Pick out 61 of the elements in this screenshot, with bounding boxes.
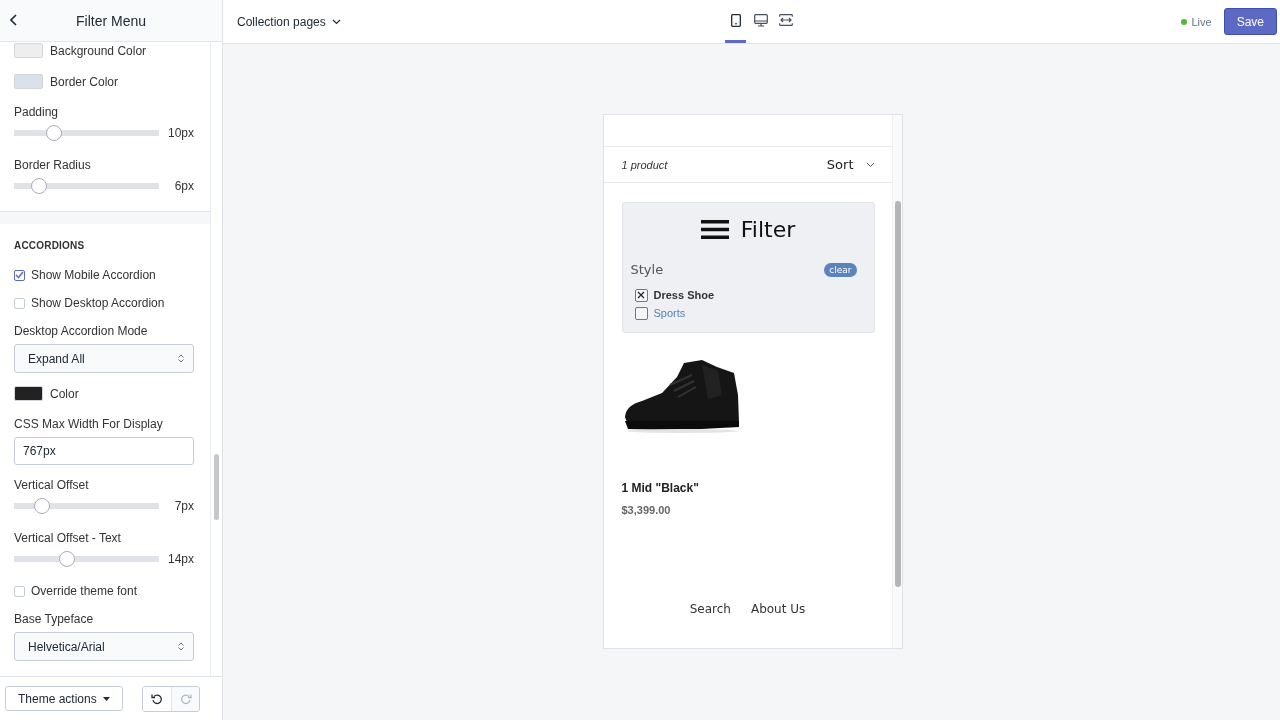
filter-option[interactable]: Dress Shoe [653, 289, 715, 301]
expand-width-icon [778, 14, 793, 26]
slider-thumb[interactable] [58, 551, 75, 567]
updown-icon [178, 354, 184, 363]
redo-icon [179, 692, 192, 705]
updown-icon [178, 642, 184, 651]
theme-actions-button[interactable]: Theme actions [5, 686, 123, 711]
color-swatch[interactable] [14, 74, 43, 89]
save-button[interactable]: Save [1223, 8, 1277, 35]
footer-link[interactable]: Search [689, 602, 731, 616]
product-price: $3,399.00 [621, 504, 672, 516]
setting-label: CSS Max Width For Display [14, 417, 164, 431]
phone-icon [730, 13, 741, 27]
slider-thumb[interactable] [34, 498, 50, 514]
filter-option[interactable]: Sports [653, 307, 686, 319]
checkbox[interactable] [14, 269, 25, 281]
setting-label: Base Typeface [14, 612, 95, 626]
caret-icon [102, 696, 110, 701]
footer-link[interactable]: About Us [750, 602, 806, 616]
scrollbar[interactable] [214, 454, 219, 520]
filter-checkbox[interactable] [634, 288, 648, 302]
chevron-down-icon [331, 18, 341, 25]
slider-thumb[interactable] [45, 125, 62, 141]
setting-label: Padding [14, 105, 60, 119]
undo-icon [151, 692, 163, 705]
product-title[interactable]: 1 Mid "Black" [621, 481, 892, 495]
input-field[interactable]: 767px [14, 437, 194, 465]
slider-value: 6px [174, 179, 194, 193]
filter-checkbox[interactable] [634, 306, 648, 320]
filter-group-name: Style [630, 262, 664, 277]
checkbox-label: Show Desktop Accordion [31, 296, 165, 310]
clear-badge[interactable]: clear [824, 262, 857, 277]
live-status: Live [1181, 15, 1212, 28]
page-dropdown[interactable]: Collection pages [237, 14, 341, 29]
setting-label: Color [50, 386, 79, 401]
section-heading: ACCORDIONS [14, 240, 86, 252]
slider-value: 10px [167, 126, 194, 140]
setting-label: Desktop Accordion Mode [14, 324, 149, 338]
setting-label: Background Color [50, 43, 147, 58]
color-swatch[interactable] [14, 386, 43, 401]
panel-title: Filter Menu [76, 12, 146, 29]
menu-icon [700, 220, 729, 239]
sort-dropdown[interactable]: Sort [826, 157, 875, 172]
chevron-down-icon [865, 161, 875, 168]
product-count: 1 product [621, 158, 668, 171]
select-field[interactable]: Expand All [14, 344, 194, 373]
color-swatch[interactable] [14, 43, 43, 58]
filter-heading: Filter [740, 217, 796, 242]
checkbox-label: Override theme font [31, 584, 138, 598]
select-field[interactable]: Helvetica/Arial [14, 632, 194, 661]
slider-thumb[interactable] [31, 178, 48, 194]
slider-value: 14px [167, 552, 194, 566]
setting-label: Border Radius [14, 158, 92, 172]
setting-label: Border Color [50, 74, 119, 89]
setting-label: Vertical Offset - Text [14, 531, 122, 545]
checkbox-label: Show Mobile Accordion [31, 268, 156, 282]
monitor-icon [753, 13, 768, 27]
slider-value: 7px [174, 499, 194, 513]
chevron-left-icon [10, 14, 18, 26]
setting-label: Vertical Offset [14, 478, 90, 492]
scrollbar[interactable] [894, 201, 901, 587]
